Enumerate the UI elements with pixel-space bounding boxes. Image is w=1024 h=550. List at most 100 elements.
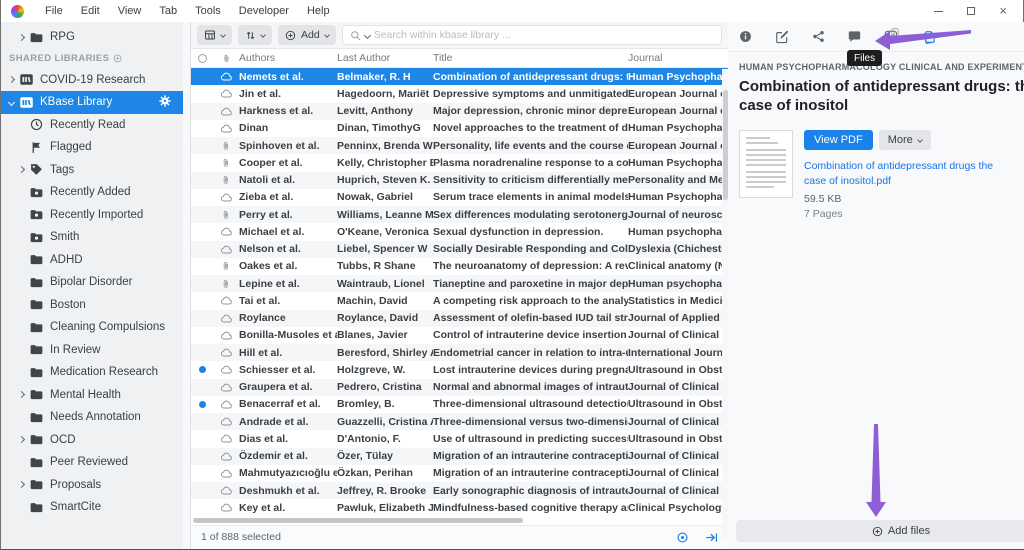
journal-column-header[interactable]: Journal — [628, 52, 728, 64]
table-row[interactable]: Spinhoven et al.Penninx, Brenda WJHPerso… — [191, 137, 728, 154]
cloud-icon — [213, 417, 239, 426]
sidebar-item-tags[interactable]: Tags — [1, 159, 184, 182]
pdf-thumbnail[interactable] — [739, 130, 793, 198]
attachment-card: View PDF More Combination of antidepress… — [739, 130, 1024, 220]
cell-authors: Natoli et al. — [239, 174, 337, 186]
menu-edit[interactable]: Edit — [72, 0, 109, 22]
sidebar-item-medication-research[interactable]: Medication Research — [1, 361, 184, 384]
chevron-right-icon — [18, 166, 25, 173]
table-row[interactable]: Nelson et al.Liebel, Spencer WSocially D… — [191, 241, 728, 258]
cell-last-author: O'Keane, Veronica — [337, 226, 433, 238]
last-author-column-header[interactable]: Last Author — [337, 52, 433, 64]
sidebar-item-label: ADHD — [50, 254, 83, 266]
table-row[interactable]: Harkness et al.Levitt, AnthonyMajor depr… — [191, 103, 728, 120]
table-row[interactable]: Nemets et al.Belmaker, R. HCombination o… — [191, 68, 728, 85]
sidebar-scrollbar[interactable] — [183, 22, 190, 549]
cell-authors: Graupera et al. — [239, 381, 337, 393]
folder-icon — [30, 367, 43, 378]
add-files-button[interactable]: Add files — [736, 520, 1024, 542]
table-row[interactable]: Bonilla-Musoles et al.Blanes, JavierCont… — [191, 327, 728, 344]
cell-title: A competing risk approach to the analysi… — [433, 295, 628, 307]
table-row[interactable]: Dias et al.D'Antonio, F.Use of ultrasoun… — [191, 430, 728, 447]
add-library-icon[interactable] — [113, 54, 122, 63]
view-options-button[interactable] — [197, 25, 232, 45]
sidebar-item-adhd[interactable]: ADHD — [1, 249, 184, 272]
sidebar-item-bipolar-disorder[interactable]: Bipolar Disorder — [1, 271, 184, 294]
table-row[interactable]: Hill et al.Beresford, Shirley A.A.Endome… — [191, 344, 728, 361]
cell-authors: Roylance — [239, 312, 337, 324]
more-button[interactable]: More — [879, 130, 931, 150]
sidebar-item-cleaning-compulsions[interactable]: Cleaning Compulsions — [1, 316, 184, 339]
authors-column-header[interactable]: Authors — [239, 52, 337, 64]
locate-selection-icon[interactable] — [676, 531, 689, 544]
sidebar-item-peer-reviewed[interactable]: Peer Reviewed — [1, 451, 184, 474]
sidebar-item-flagged[interactable]: Flagged — [1, 136, 184, 159]
attachment-column-header[interactable] — [213, 53, 239, 64]
menu-tab[interactable]: Tab — [150, 0, 186, 22]
sidebar-item-in-review[interactable]: In Review — [1, 339, 184, 362]
read-status-column-header[interactable] — [191, 54, 213, 63]
cell-authors: Perry et al. — [239, 209, 337, 221]
sidebar-item-label: Needs Annotation — [50, 411, 141, 423]
cell-last-author: Pawluk, Elizabeth J. — [337, 502, 433, 514]
table-row[interactable]: Deshmukh et al.Jeffrey, R. BrookeEarly s… — [191, 482, 728, 499]
share-icon[interactable] — [812, 30, 825, 43]
sidebar-item-needs-annotation[interactable]: Needs Annotation — [1, 406, 184, 429]
sidebar-item-recently-imported[interactable]: Recently Imported — [1, 204, 184, 227]
table-row[interactable]: Cooper et al.Kelly, Christopher BPlasma … — [191, 154, 728, 171]
attachment-file-link[interactable]: Combination of antidepressant drugs the … — [804, 159, 1016, 189]
paperclip-icon — [213, 278, 239, 290]
sort-button[interactable] — [238, 25, 272, 45]
view-pdf-button[interactable]: View PDF — [804, 130, 873, 150]
sidebar-item-ocd[interactable]: OCD — [1, 429, 184, 452]
close-button[interactable]: × — [999, 6, 1007, 16]
sidebar-item-recently-added[interactable]: Recently Added — [1, 181, 184, 204]
table-row[interactable]: Graupera et al.Pedrero, CristinaNormal a… — [191, 379, 728, 396]
table-row[interactable]: Zieba et al.Nowak, GabrielSerum trace el… — [191, 189, 728, 206]
table-row[interactable]: Andrade et al.Guazzelli, Cristina Apar..… — [191, 413, 728, 430]
sidebar-item-smith[interactable]: Smith — [1, 226, 184, 249]
horizontal-scrollbar[interactable] — [191, 517, 728, 525]
add-button[interactable]: Add — [278, 25, 336, 45]
table-row[interactable]: Lepine et al.Waintraub, LionelTianeptine… — [191, 275, 728, 292]
menu-developer[interactable]: Developer — [230, 0, 298, 22]
sidebar-item-kbase-library[interactable]: KBase Library — [1, 91, 184, 114]
info-icon[interactable] — [739, 30, 752, 43]
table-row[interactable]: Perry et al.Williams, Leanne MSex differ… — [191, 206, 728, 223]
sidebar-item-boston[interactable]: Boston — [1, 294, 184, 317]
search-input[interactable] — [374, 29, 714, 41]
table-row[interactable]: Jin et al.Hagedoorn, MariëtDepressive sy… — [191, 85, 728, 102]
table-row[interactable]: Oakes et al.Tubbs, R ShaneThe neuroanato… — [191, 258, 728, 275]
edit-notes-icon[interactable] — [775, 30, 789, 44]
table-row[interactable]: Özdemir et al.Özer, TülayMigration of an… — [191, 448, 728, 465]
sidebar-item-proposals[interactable]: Proposals — [1, 474, 184, 497]
minimize-button[interactable] — [934, 11, 943, 12]
table-row[interactable]: Tai et al.Machin, DavidA competing risk … — [191, 292, 728, 309]
table-row[interactable]: Michael et al.O'Keane, VeronicaSexual dy… — [191, 223, 728, 240]
sidebar-item-label: Mental Health — [50, 389, 121, 401]
table-row[interactable]: Benacerraf et al.Bromley, B.Three-dimens… — [191, 396, 728, 413]
menu-file[interactable]: File — [36, 0, 72, 22]
jump-to-end-icon[interactable] — [705, 531, 718, 544]
library-settings-gear-icon[interactable] — [159, 95, 171, 107]
menu-help[interactable]: Help — [298, 0, 339, 22]
sidebar-item-covid-19-research[interactable]: COVID-19 Research — [1, 69, 184, 92]
sidebar-item-recently-read[interactable]: Recently Read — [1, 114, 184, 137]
table-row[interactable]: Schiesser et al.Holzgreve, W.Lost intrau… — [191, 361, 728, 378]
title-column-header[interactable]: Title — [433, 52, 628, 64]
table-row[interactable]: DinanDinan, TimothyGNovel approaches to … — [191, 120, 728, 137]
sidebar-item-rpg[interactable]: RPG — [1, 26, 184, 49]
cell-title: Use of ultrasound in predicting success … — [433, 433, 628, 445]
menu-tools[interactable]: Tools — [186, 0, 230, 22]
table-row[interactable]: RoylanceRoylance, DavidAssessment of ole… — [191, 310, 728, 327]
cell-title: Lost intrauterine devices during pregnan… — [433, 364, 628, 376]
table-row[interactable]: Natoli et al.Huprich, Steven K.Sensitivi… — [191, 172, 728, 189]
sidebar-item-mental-health[interactable]: Mental Health — [1, 384, 184, 407]
table-row[interactable]: Mahmutyazıcıoğlu et al.Özkan, PerihanMig… — [191, 465, 728, 482]
comments-icon[interactable] — [848, 30, 861, 43]
files-icon[interactable] — [921, 29, 937, 45]
table-row[interactable]: Key et al.Pawluk, Elizabeth J.Mindfulnes… — [191, 499, 728, 516]
sidebar-item-smartcite[interactable]: SmartCite — [1, 496, 184, 519]
maximize-button[interactable] — [967, 7, 975, 15]
menu-view[interactable]: View — [109, 0, 151, 22]
